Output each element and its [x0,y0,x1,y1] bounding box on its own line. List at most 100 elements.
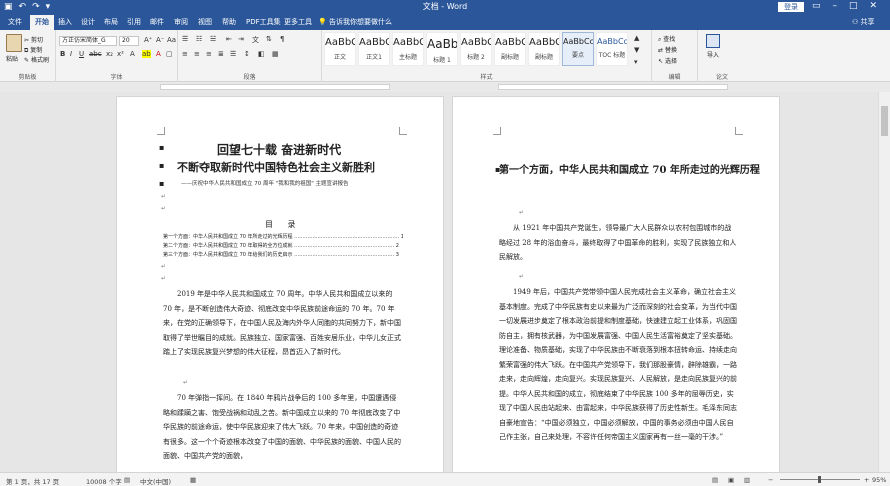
text-effects-icon[interactable]: A [130,50,135,58]
ruler-left-page[interactable] [160,84,390,90]
grow-font-icon[interactable]: A⁺ [144,36,152,44]
tab-pdf-tools[interactable]: PDF工具集 [246,17,281,27]
font-size-select[interactable]: 20 [119,36,139,46]
page2-paragraph-2[interactable]: 1949 年后，中国共产党带领中国人民完成社会主义革命，确立社会主义基本制度。完… [499,285,737,445]
tab-design[interactable]: 设计 [81,17,95,27]
toc-heading[interactable]: 目 录 [265,219,302,230]
tab-more-tools[interactable]: 更多工具 [284,17,312,27]
tab-view[interactable]: 视图 [198,17,212,27]
styles-scroll-down-icon[interactable]: ▼ [634,46,639,54]
share-button[interactable]: ⚇ 共享 [852,17,875,27]
sort-icon[interactable]: ⇅ [266,35,272,43]
tell-me-search[interactable]: 💡 告诉我你想要做什么 [318,17,392,27]
word-count[interactable]: 10008 个字 [86,476,122,486]
justify-icon[interactable]: ≣ [218,50,224,58]
zoom-in-icon[interactable]: + [864,476,869,484]
char-border-icon[interactable]: ▢ [166,50,173,58]
tab-layout[interactable]: 布局 [104,17,118,27]
web-layout-icon[interactable]: ▥ [744,476,750,484]
font-name-select[interactable]: 方正仿宋简体_G [59,36,117,46]
align-right-icon[interactable]: ≡ [206,50,212,58]
chinese-layout-icon[interactable]: 文 [252,35,259,45]
maximize-icon[interactable]: □ [849,1,858,11]
underline-icon[interactable]: U [79,50,84,58]
format-painter-button[interactable]: ✎ 格式刷 [24,55,49,64]
language[interactable]: 中文(中国) [140,476,171,486]
body-paragraph-1[interactable]: 2019 年是中华人民共和国成立 70 周年。中华人民共和国成立以来的 70 年… [163,287,401,360]
strikethrough-icon[interactable]: abc [89,50,102,58]
macro-icon[interactable]: ▦ [190,476,196,484]
styles-more-icon[interactable]: ▾ [634,58,638,66]
borders-icon[interactable]: ▦ [272,50,279,58]
line-spacing-icon[interactable]: ↕ [244,50,250,58]
ruler-right-page[interactable] [498,84,728,90]
styles-scroll-up-icon[interactable]: ▲ [634,34,639,42]
paste-button[interactable]: 粘贴 [6,54,18,63]
style-heading-1[interactable]: AaBb 标题 1 [426,32,458,66]
align-left-icon[interactable]: ≡ [182,50,188,58]
tab-mailings[interactable]: 邮件 [150,17,164,27]
tab-file[interactable]: 文件 [8,17,22,27]
page-2[interactable]: ▪ 第一个方面，中华人民共和国成立 70 年所走过的光辉历程 ↵ 从 1921 … [452,96,780,472]
page-1[interactable]: ▪ ▪ ▪ 回望七十载 奋进新时代 不断夺取新时代中国特色社会主义新胜利 ——庆… [116,96,444,472]
decrease-indent-icon[interactable]: ⇤ [226,35,232,43]
tab-help[interactable]: 帮助 [222,17,236,27]
zoom-level[interactable]: 95% [872,476,886,484]
document-title-line-2[interactable]: 不断夺取新时代中国特色社会主义新胜利 [177,159,375,175]
bold-icon[interactable]: B [60,50,65,58]
document-title-line-1[interactable]: 回望七十载 奋进新时代 [217,141,341,158]
style-subtitle[interactable]: AaBbC 副标题 [494,32,526,66]
toc-entry[interactable]: 第二个方面：中华人民共和国成立 70 年取得的全方位成就 ……………………………… [163,242,403,249]
replace-button[interactable]: ⇄ 替换 [658,45,677,54]
vertical-scrollbar[interactable] [878,92,890,472]
style-heading-2[interactable]: AaBbC 标题 2 [460,32,492,66]
style-key-point[interactable]: AaBbCcD 要点 [562,32,594,66]
highlight-icon[interactable]: ab [142,50,151,58]
toc-entry[interactable]: 第三个方面：中华人民共和国成立 70 年给我们的历史启示 ……………………………… [163,251,403,258]
body-paragraph-2[interactable]: 70 年弹指一挥间。在 1840 年鸦片战争后的 100 多年里，中国遭遇侵略和… [163,391,401,464]
scrollbar-thumb[interactable] [881,106,888,136]
minimize-icon[interactable]: – [833,1,838,11]
import-button[interactable]: 导入 [698,34,728,59]
style-main-title[interactable]: AaBbC 主标题 [392,32,424,66]
shrink-font-icon[interactable]: A⁻ [156,36,164,44]
document-subtitle[interactable]: ——庆祝中华人民共和国成立 70 周年 "我和我的祖国" 主题宣讲报告 [181,179,349,187]
change-case-icon[interactable]: Aa [167,36,176,44]
bullets-icon[interactable]: ☰ [182,35,188,43]
style-normal-1[interactable]: AaBbCc 正文1 [358,32,390,66]
font-color-icon[interactable]: A [156,50,161,58]
page2-paragraph-1[interactable]: 从 1921 年中国共产党诞生，领导最广大人民群众以农村包围城市的战略经过 28… [499,221,737,265]
multilevel-list-icon[interactable]: ☱ [210,35,216,43]
zoom-slider-knob[interactable] [818,476,821,483]
tab-insert[interactable]: 插入 [58,17,72,27]
show-marks-icon[interactable]: ¶ [280,35,284,43]
italic-icon[interactable]: I [70,50,72,58]
superscript-icon[interactable]: x² [117,50,124,58]
zoom-slider[interactable] [780,476,860,483]
tab-references[interactable]: 引用 [127,17,141,27]
numbering-icon[interactable]: ☷ [196,35,202,43]
align-center-icon[interactable]: ≡ [194,50,200,58]
tab-review[interactable]: 审阅 [174,17,188,27]
subscript-icon[interactable]: x₂ [106,50,113,58]
cut-button[interactable]: ✂ 剪切 [24,35,43,44]
read-mode-icon[interactable]: ▤ [712,476,718,484]
proofing-icon[interactable]: ▤ [124,476,130,484]
increase-indent-icon[interactable]: ⇥ [238,35,244,43]
paste-icon[interactable] [6,34,22,52]
distributed-icon[interactable]: ☰ [230,50,236,58]
select-button[interactable]: ↖ 选择 [658,56,677,65]
ribbon-display-icon[interactable]: ▭ [812,1,821,11]
page-count[interactable]: 第 1 页，共 17 页 [6,476,59,486]
style-subtitle-2[interactable]: AaBbC 副标题 [528,32,560,66]
toc-entry[interactable]: 第一个方面：中华人民共和国成立 70 年所走过的光辉历程 ……………………………… [163,233,403,240]
login-button[interactable]: 登录 [778,2,804,12]
find-button[interactable]: ⌕ 查找 [658,34,675,44]
print-layout-icon[interactable]: ▣ [728,476,734,484]
tab-home[interactable]: 开始 [30,15,54,30]
zoom-out-icon[interactable]: − [768,476,773,484]
style-normal[interactable]: AaBbC 正文 [324,32,356,66]
shading-icon[interactable]: ◧ [258,50,265,58]
copy-button[interactable]: ⧉ 复制 [24,45,42,55]
close-icon[interactable]: ✕ [870,1,878,11]
